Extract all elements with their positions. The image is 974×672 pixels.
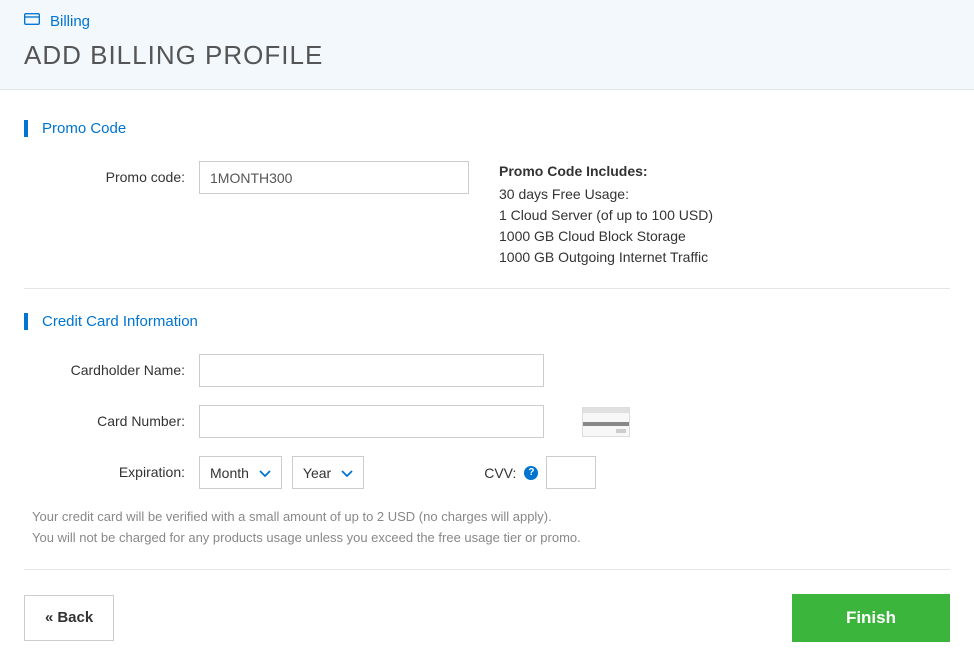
back-button-label: Back xyxy=(57,609,93,626)
breadcrumb[interactable]: Billing xyxy=(24,12,950,30)
card-preview-icon xyxy=(582,407,630,437)
promo-section-header: Promo Code xyxy=(24,120,950,137)
content-area: Promo Code Promo code: Promo Code Includ… xyxy=(0,90,974,672)
promo-row: Promo code: Promo Code Includes: 30 days… xyxy=(24,161,950,268)
chevron-left-icon: « xyxy=(45,609,53,626)
note-line: You will not be charged for any products… xyxy=(32,528,950,549)
promo-info-line: 30 days Free Usage: xyxy=(499,184,713,205)
chevron-down-icon xyxy=(259,465,271,481)
card-section-header: Credit Card Information xyxy=(24,313,950,330)
month-select[interactable]: Month xyxy=(199,456,282,489)
help-icon[interactable]: ? xyxy=(524,466,538,480)
expiration-label: Expiration: xyxy=(24,456,199,480)
month-select-value: Month xyxy=(210,465,249,481)
cardnumber-input[interactable] xyxy=(199,405,544,438)
cardnumber-row: Card Number: xyxy=(24,405,950,438)
card-section: Credit Card Information Cardholder Name:… xyxy=(24,313,950,549)
actions-row: « Back Finish xyxy=(24,594,950,642)
year-select[interactable]: Year xyxy=(292,456,364,489)
section-divider xyxy=(24,569,950,570)
finish-button[interactable]: Finish xyxy=(792,594,950,642)
promo-info-title: Promo Code Includes: xyxy=(499,161,713,182)
chevron-down-icon xyxy=(341,465,353,481)
cvv-label: CVV: xyxy=(484,465,516,481)
year-select-value: Year xyxy=(303,465,331,481)
page-title: ADD BILLING PROFILE xyxy=(24,40,950,71)
cvv-input[interactable] xyxy=(546,456,596,489)
back-button[interactable]: « Back xyxy=(24,595,114,641)
section-divider xyxy=(24,288,950,289)
promo-info-line: 1 Cloud Server (of up to 100 USD) xyxy=(499,205,713,226)
expiration-row: Expiration: Month Year CVV: ? xyxy=(24,456,950,489)
finish-button-label: Finish xyxy=(846,608,896,627)
card-section-title: Credit Card Information xyxy=(42,313,198,330)
promo-info-line: 1000 GB Cloud Block Storage xyxy=(499,226,713,247)
note-line: Your credit card will be verified with a… xyxy=(32,507,950,528)
cvv-group: CVV: ? xyxy=(484,456,596,489)
cardnumber-label: Card Number: xyxy=(24,405,199,429)
cardholder-input[interactable] xyxy=(199,354,544,387)
promo-info-line: 1000 GB Outgoing Internet Traffic xyxy=(499,247,713,268)
promo-info: Promo Code Includes: 30 days Free Usage:… xyxy=(499,161,713,268)
cardholder-row: Cardholder Name: xyxy=(24,354,950,387)
cardholder-label: Cardholder Name: xyxy=(24,354,199,378)
card-icon xyxy=(24,12,40,30)
promo-section-title: Promo Code xyxy=(42,120,126,137)
promo-input[interactable] xyxy=(199,161,469,194)
verification-note: Your credit card will be verified with a… xyxy=(32,507,950,549)
page-header: Billing ADD BILLING PROFILE xyxy=(0,0,974,90)
breadcrumb-label: Billing xyxy=(50,13,90,30)
promo-section: Promo Code Promo code: Promo Code Includ… xyxy=(24,120,950,268)
promo-label: Promo code: xyxy=(24,161,199,185)
